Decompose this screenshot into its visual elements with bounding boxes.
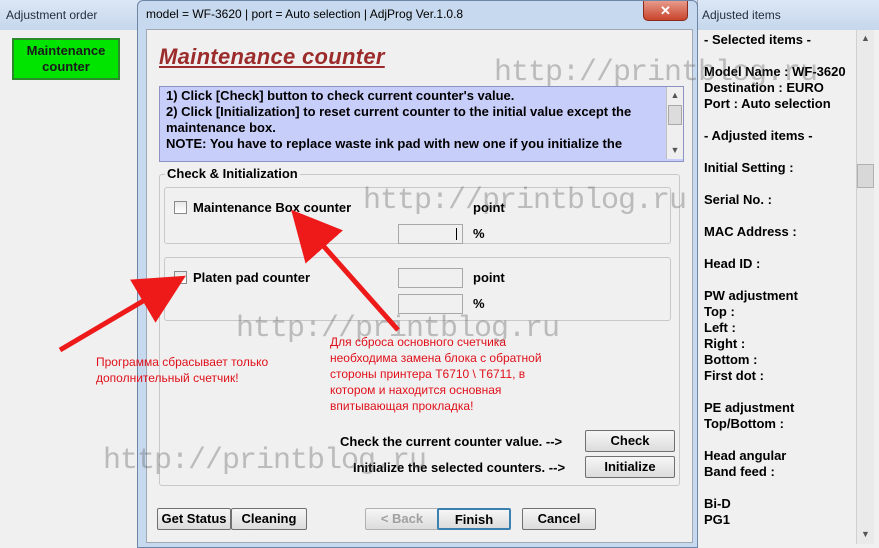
adjusted-item-line: Left : <box>704 320 736 335</box>
note-left: Программа сбрасывает только дополнительн… <box>96 355 269 385</box>
adjusted-item-line <box>704 384 854 400</box>
adjusted-item-line <box>704 208 854 224</box>
adjusted-item-line: Head ID : <box>704 256 761 271</box>
instruction-line: NOTE: You have to replace waste ink pad … <box>166 136 623 151</box>
instruction-line: 1) Click [Check] button to check current… <box>166 88 515 103</box>
close-icon[interactable]: ✕ <box>643 1 688 21</box>
adjusted-items-list: - Selected items - Model Name : WF-3620 De… <box>704 32 854 528</box>
adjusted-item-line: Top : <box>704 304 735 319</box>
instructions-box: 1) Click [Check] button to check current… <box>159 86 684 162</box>
adjusted-item-line: Top/Bottom : <box>704 416 784 431</box>
adjusted-item-line: - Selected items - <box>704 32 811 47</box>
scroll-thumb[interactable] <box>857 164 874 188</box>
instructions-text: 1) Click [Check] button to check current… <box>166 88 664 152</box>
platen-pad-checkbox[interactable] <box>174 271 187 284</box>
maintenance-box-checkbox[interactable] <box>174 201 187 214</box>
maintenance-counter-item[interactable]: Maintenance counter <box>12 38 120 80</box>
scroll-thumb[interactable] <box>668 105 682 125</box>
adjustment-order-title: Adjustment order <box>0 0 150 30</box>
back-button: < Back <box>365 508 439 530</box>
adjusted-item-line: Serial No. : <box>704 192 772 207</box>
cleaning-button[interactable]: Cleaning <box>231 508 307 530</box>
adjusted-item-line: PG1 <box>704 512 731 527</box>
adjusted-item-line <box>704 240 854 256</box>
watermark: http://printblog.ru <box>363 184 687 218</box>
adjusted-item-line <box>704 272 854 288</box>
scroll-down-icon[interactable]: ▼ <box>667 142 683 159</box>
check-button[interactable]: Check <box>585 430 675 452</box>
watermark: http://printblog.ru <box>103 444 427 478</box>
get-status-button[interactable]: Get Status <box>157 508 231 530</box>
adjusted-item-line: Bottom : <box>704 352 758 367</box>
adjusted-item-line <box>704 432 854 448</box>
percent-unit: % <box>473 226 485 241</box>
cancel-button[interactable]: Cancel <box>522 508 596 530</box>
adjusted-item-line <box>704 144 854 160</box>
adjusted-item-line: Head angular <box>704 448 787 463</box>
page-title: Maintenance counter <box>159 44 385 69</box>
adjusted-item-line <box>704 176 854 192</box>
instructions-scrollbar[interactable]: ▲ ▼ <box>666 87 683 159</box>
platen-pad-percent-field <box>398 294 463 314</box>
adjusted-item-line: Initial Setting : <box>704 160 794 175</box>
percent-unit: % <box>473 296 485 311</box>
platen-pad-point-field <box>398 268 463 288</box>
adjusted-items-scrollbar[interactable]: ▲ ▼ <box>856 30 874 544</box>
adjusted-item-line: First dot : <box>704 368 764 383</box>
scroll-down-icon[interactable]: ▼ <box>857 526 874 543</box>
adjusted-item-line: Band feed : <box>704 464 775 479</box>
window-title: model = WF-3620 | port = Auto selection … <box>146 7 464 21</box>
platen-pad-label: Platen pad counter <box>193 270 311 285</box>
point-unit: point <box>473 270 505 285</box>
initialize-button[interactable]: Initialize <box>585 456 675 478</box>
maintenance-box-percent-field <box>398 224 463 244</box>
group-label: Check & Initialization <box>165 166 300 181</box>
adjusted-item-line: PW adjustment <box>704 288 798 303</box>
adjusted-item-line: PE adjustment <box>704 400 795 415</box>
adjusted-item-line: MAC Address : <box>704 224 797 239</box>
adjusted-item-line: Right : <box>704 336 746 351</box>
adjusted-item-line: Bi-D <box>704 496 731 511</box>
adjusted-item-line <box>704 112 854 128</box>
note-right: Для сброса основного счетчика необходима… <box>330 335 542 413</box>
watermark: http://printblog.ru <box>494 56 818 90</box>
adjusted-items-title: Adjusted items <box>698 0 879 30</box>
finish-button[interactable]: Finish <box>437 508 511 530</box>
adjusted-item-line: - Adjusted items - <box>704 128 813 143</box>
maintenance-box-label: Maintenance Box counter <box>193 200 352 215</box>
instruction-line: 2) Click [Initialization] to reset curre… <box>166 104 632 135</box>
scroll-up-icon[interactable]: ▲ <box>857 30 874 47</box>
adjusted-item-line: Port : Auto selection <box>704 96 831 111</box>
adjusted-item-line <box>704 480 854 496</box>
